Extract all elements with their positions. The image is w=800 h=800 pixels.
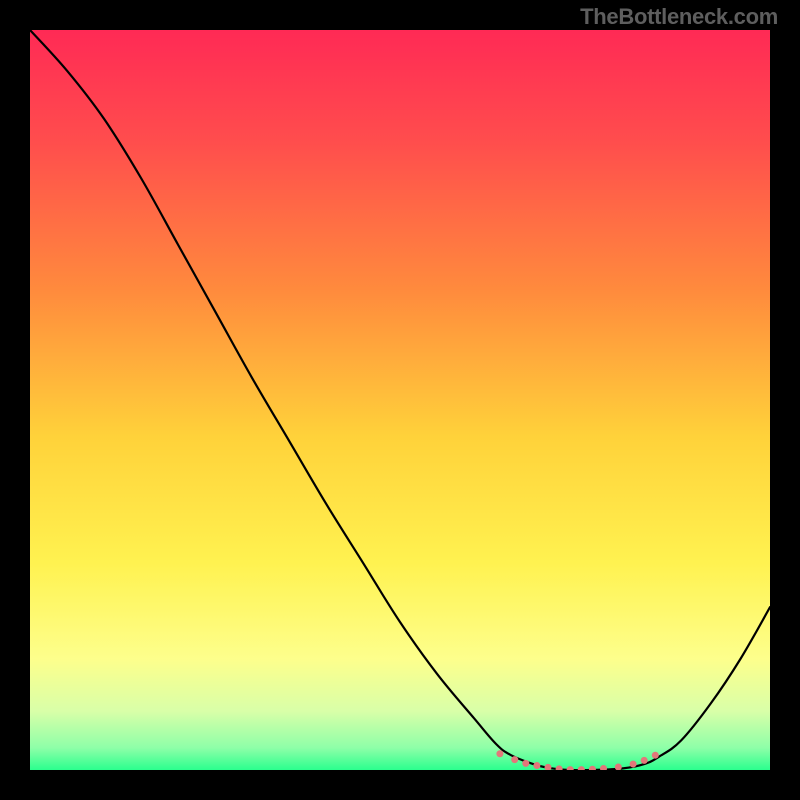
marker-dot — [511, 756, 518, 763]
marker-dot — [652, 752, 659, 759]
marker-dot — [630, 761, 637, 768]
marker-dot — [496, 750, 503, 757]
chart-svg — [30, 30, 770, 770]
chart-canvas — [30, 30, 770, 770]
page-root: TheBottleneck.com — [0, 0, 800, 800]
marker-dot — [533, 762, 540, 769]
gradient-background — [30, 30, 770, 770]
marker-dot — [641, 757, 648, 764]
marker-dot — [522, 760, 529, 767]
watermark-text: TheBottleneck.com — [580, 4, 778, 30]
